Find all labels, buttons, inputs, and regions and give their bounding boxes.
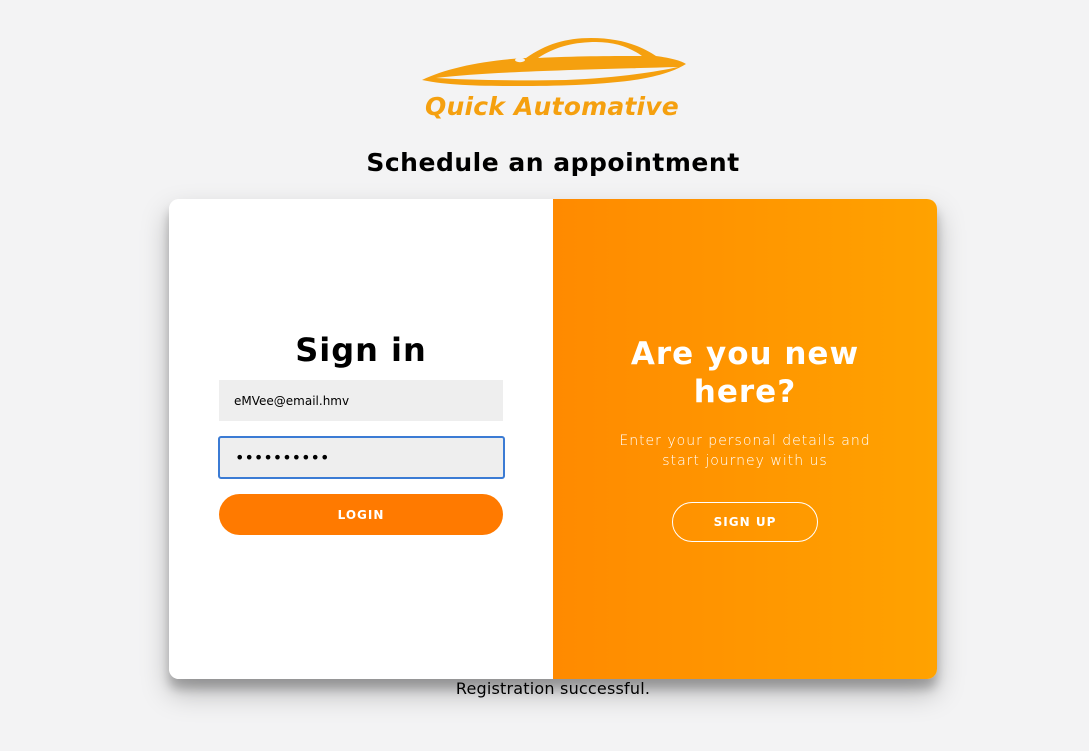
signup-panel-title: Are you new here? [630,336,860,410]
signup-button[interactable]: SIGN UP [672,502,818,542]
auth-card: Sign in LOGIN Are you new here? Enter yo… [169,199,937,679]
signup-panel-text: Enter your personal details and start jo… [619,433,871,469]
page-title: Schedule an appointment [366,148,740,177]
signin-title: Sign in [295,331,427,369]
signin-panel: Sign in LOGIN [169,199,553,679]
password-field[interactable] [218,436,505,479]
status-message: Registration successful. [455,679,651,698]
email-field[interactable] [219,380,503,421]
login-button[interactable]: LOGIN [219,494,503,535]
signup-panel: Are you new here? Enter your personal de… [553,199,937,679]
car-logo-icon [422,38,686,86]
brand-logo: Quick Automative [416,34,688,126]
brand-name: Quick Automative [425,92,679,121]
